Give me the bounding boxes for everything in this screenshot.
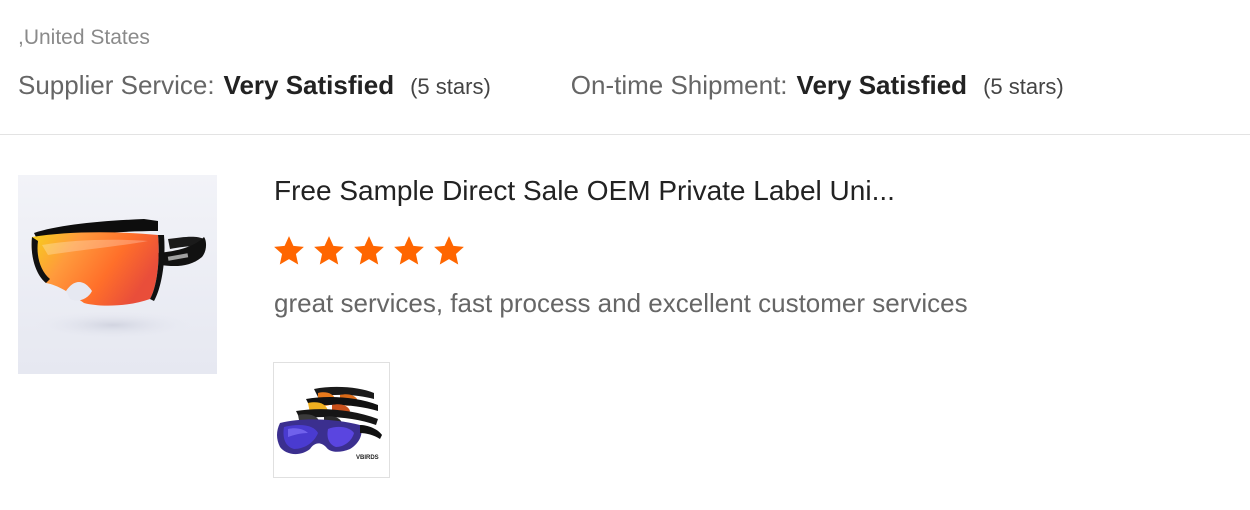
product-thumbnail[interactable] [18,175,217,374]
star-icon [432,234,466,268]
reviewer-location: ,United States [18,26,150,49]
on-time-shipment-value: Very Satisfied [796,70,968,100]
review-comment: great services, fast process and excelle… [274,288,968,318]
star-icon [272,234,306,268]
sunglasses-product-image [31,219,207,339]
supplier-service-stars: (5 stars) [410,74,491,99]
review-header: ,United States Supplier Service: Very Sa… [0,0,1250,135]
review-photo-thumbnail[interactable]: VBIRDS [273,362,390,478]
on-time-shipment-label: On-time Shipment: [570,70,788,100]
watermark-text: VBIRDS [356,455,379,461]
on-time-shipment-stars: (5 stars) [983,74,1064,99]
supplier-service-label: Supplier Service: [18,70,215,100]
sunglasses-set-photo: VBIRDS [274,363,389,477]
review-star-rating [272,234,472,268]
star-icon [392,234,426,268]
star-icon [352,234,386,268]
star-icon [312,234,346,268]
supplier-ratings: Supplier Service: Very Satisfied (5 star… [18,70,1064,106]
supplier-service-rating: Supplier Service: Very Satisfied (5 star… [18,70,491,101]
supplier-service-value: Very Satisfied [223,70,395,100]
on-time-shipment-rating: On-time Shipment: Very Satisfied (5 star… [571,70,1064,101]
product-title-link[interactable]: Free Sample Direct Sale OEM Private Labe… [274,173,895,209]
